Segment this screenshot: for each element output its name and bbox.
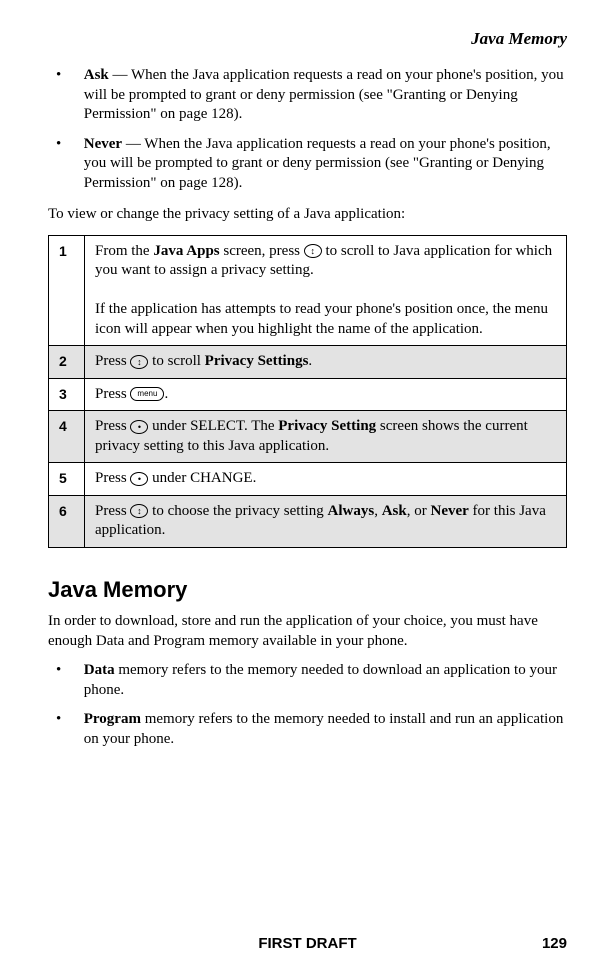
- step-number: 3: [49, 378, 85, 411]
- table-row: 2 Press ↕ to scroll Privacy Settings.: [49, 346, 567, 379]
- dot-icon: •: [130, 472, 148, 486]
- t: Privacy Setting: [278, 418, 376, 434]
- t: to choose the privacy setting: [148, 503, 327, 519]
- scroll-icon: ↕: [304, 244, 322, 258]
- term: Never: [84, 136, 122, 152]
- steps-table: 1 From the Java Apps screen, press ↕ to …: [48, 235, 567, 548]
- step-text: From the Java Apps screen, press ↕ to sc…: [85, 235, 567, 346]
- table-row: 1 From the Java Apps screen, press ↕ to …: [49, 235, 567, 346]
- rest: memory refers to the memory needed to do…: [84, 662, 557, 698]
- t: screen, press: [220, 243, 304, 259]
- table-row: 4 Press • under SELECT. The Privacy Sett…: [49, 411, 567, 463]
- table-row: 6 Press ↕ to choose the privacy setting …: [49, 495, 567, 547]
- step-number: 5: [49, 463, 85, 496]
- t: .: [308, 353, 312, 369]
- t: Privacy Settings: [205, 353, 309, 369]
- section-intro: In order to download, store and run the …: [48, 612, 567, 651]
- t: Never: [430, 503, 468, 519]
- t: , or: [407, 503, 431, 519]
- intro-line: To view or change the privacy setting of…: [48, 205, 567, 225]
- step-number: 4: [49, 411, 85, 463]
- running-header: Java Memory: [48, 28, 567, 50]
- step-number: 2: [49, 346, 85, 379]
- list-item: • Never — When the Java application requ…: [56, 135, 567, 194]
- menu-icon: menu: [130, 387, 164, 401]
- t: Press: [95, 353, 130, 369]
- t: Press: [95, 470, 130, 486]
- step-text: Press ↕ to choose the privacy setting Al…: [85, 495, 567, 547]
- list-text: Never — When the Java application reques…: [84, 135, 565, 194]
- section-bullet-list: • Data memory refers to the memory neede…: [56, 661, 567, 749]
- step-text: Press ↕ to scroll Privacy Settings.: [85, 346, 567, 379]
- t: under SELECT. The: [148, 418, 278, 434]
- t: ,: [374, 503, 382, 519]
- t: Ask: [382, 503, 407, 519]
- table-row: 5 Press • under CHANGE.: [49, 463, 567, 496]
- page-number: 129: [542, 934, 567, 954]
- t: From the: [95, 243, 153, 259]
- bullet-marker: •: [56, 66, 80, 86]
- step-text: Press • under SELECT. The Privacy Settin…: [85, 411, 567, 463]
- bullet-marker: •: [56, 135, 80, 155]
- list-text: Data memory refers to the memory needed …: [84, 661, 565, 700]
- term: Program: [84, 711, 141, 727]
- t: Press: [95, 418, 130, 434]
- scroll-icon: ↕: [130, 355, 148, 369]
- rest: — When the Java application requests a r…: [84, 136, 551, 191]
- rest: memory refers to the memory needed to in…: [84, 711, 564, 747]
- t: If the application has attempts to read …: [95, 301, 548, 337]
- t: Press: [95, 503, 130, 519]
- t: Java Apps: [153, 243, 219, 259]
- bullet-marker: •: [56, 661, 80, 681]
- t: under CHANGE.: [148, 470, 256, 486]
- step-text: Press • under CHANGE.: [85, 463, 567, 496]
- list-text: Program memory refers to the memory need…: [84, 710, 565, 749]
- t: Press: [95, 386, 130, 402]
- t: to scroll: [148, 353, 204, 369]
- list-item: • Ask — When the Java application reques…: [56, 66, 567, 125]
- list-text: Ask — When the Java application requests…: [84, 66, 565, 125]
- top-bullet-list: • Ask — When the Java application reques…: [56, 66, 567, 193]
- t: Always: [328, 503, 375, 519]
- step-text: Press menu.: [85, 378, 567, 411]
- list-item: • Data memory refers to the memory neede…: [56, 661, 567, 700]
- term: Ask: [84, 67, 109, 83]
- term: Data: [84, 662, 115, 678]
- step-number: 1: [49, 235, 85, 346]
- rest: — When the Java application requests a r…: [84, 67, 564, 122]
- draft-label: FIRST DRAFT: [258, 934, 356, 954]
- t: .: [164, 386, 168, 402]
- scroll-icon: ↕: [130, 504, 148, 518]
- step-number: 6: [49, 495, 85, 547]
- dot-icon: •: [130, 420, 148, 434]
- bullet-marker: •: [56, 710, 80, 730]
- section-heading: Java Memory: [48, 576, 567, 605]
- table-row: 3 Press menu.: [49, 378, 567, 411]
- list-item: • Program memory refers to the memory ne…: [56, 710, 567, 749]
